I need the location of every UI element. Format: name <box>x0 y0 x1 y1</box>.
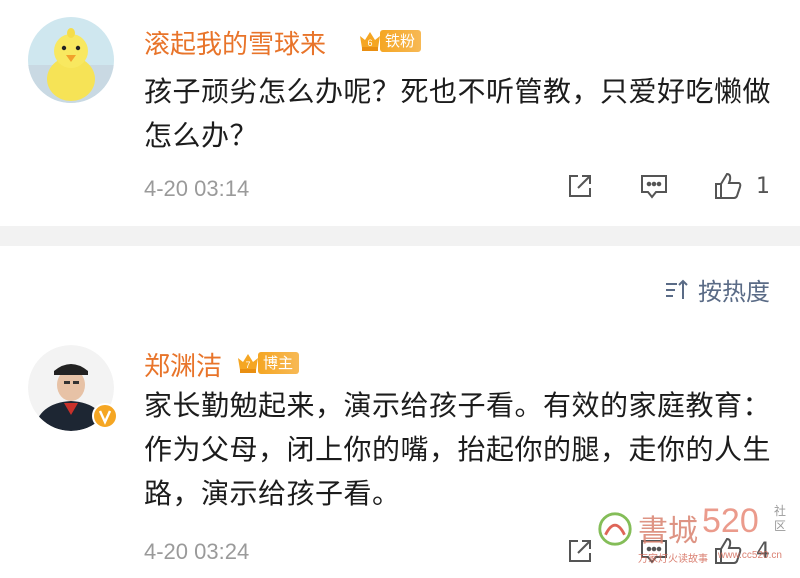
site-watermark: 書城 520 社区 万家灯火读故事 www.cc520.cn <box>596 500 792 572</box>
badge-label: 铁粉 <box>380 30 422 52</box>
sort-icon <box>666 279 688 299</box>
share-icon <box>569 175 591 197</box>
sort-toggle[interactable]: 按热度 <box>664 272 770 307</box>
fan-badge[interactable]: 6 铁粉 <box>358 28 422 54</box>
timestamp: 4-20 03:24 <box>144 539 250 564</box>
comment-text: 家长勤勉起来，演示给孩子看。有效的家庭教育：作为父母，闭上你的嘴，抬起你的腿，走… <box>144 389 772 510</box>
svg-text:6: 6 <box>367 38 372 48</box>
avatar[interactable] <box>28 345 118 431</box>
section-divider <box>0 226 800 246</box>
watermark-site: www.cc520.cn <box>718 550 782 561</box>
share-button[interactable] <box>564 170 596 202</box>
reply-icon <box>641 175 667 199</box>
watermark-brand: 書城 <box>638 514 698 549</box>
like-count: 1 <box>756 173 770 199</box>
watermark-tagline: 万家灯火读故事 <box>638 554 708 565</box>
svg-text:7: 7 <box>245 360 250 370</box>
sort-label: 按热度 <box>698 278 770 306</box>
share-button[interactable] <box>564 535 596 567</box>
watermark-logo-icon <box>598 512 632 546</box>
username[interactable]: 滚起我的雪球来 <box>144 24 326 61</box>
share-icon <box>569 540 591 562</box>
verified-icon <box>92 403 118 429</box>
crown-icon: 7 <box>238 354 258 373</box>
watermark-number: 520 <box>702 502 759 540</box>
comment-actions: 1 <box>564 170 770 202</box>
watermark-side: 社区 <box>774 504 787 533</box>
comment-1: 滚起我的雪球来 6 铁粉 孩子顽劣怎么办呢？死也不听管教，只爱好吃懒做怎么办？ … <box>0 0 800 226</box>
badge-label: 博主 <box>258 352 300 374</box>
username[interactable]: 郑渊洁 <box>144 346 222 383</box>
like-button[interactable]: 1 <box>712 170 770 202</box>
crown-icon: 6 <box>360 32 380 51</box>
avatar[interactable] <box>28 17 114 103</box>
comment-text: 孩子顽劣怎么办呢？死也不听管教，只爱好吃懒做怎么办？ <box>144 75 772 152</box>
timestamp: 4-20 03:14 <box>144 176 250 201</box>
reply-button[interactable] <box>638 170 670 202</box>
owner-badge[interactable]: 7 博主 <box>236 350 300 376</box>
like-icon <box>715 172 742 199</box>
